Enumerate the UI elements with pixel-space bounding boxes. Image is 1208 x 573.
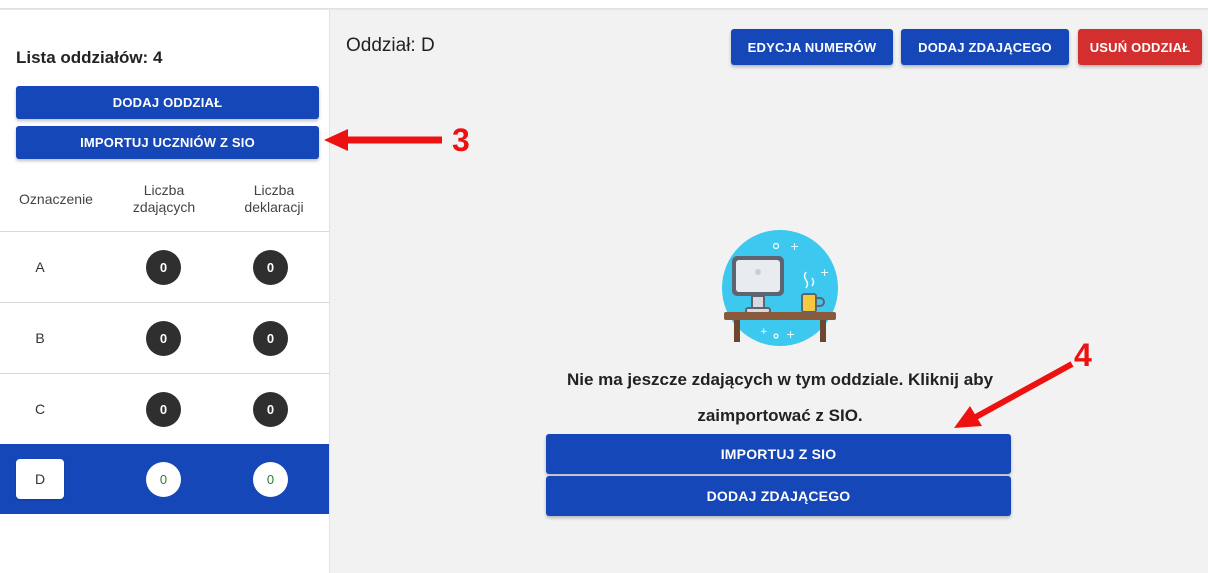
students-count-badge: 0 [146,250,181,285]
svg-text:+: + [786,328,795,341]
annotation-arrow-3 [324,129,442,151]
column-header-students-line2: zdających [132,199,196,215]
class-label: A [16,247,64,287]
class-row-d-selected[interactable]: D 0 0 [0,444,329,514]
declarations-count-badge: 0 [253,462,288,497]
column-header-students: Liczba zdających [116,182,212,216]
column-header-declarations-line2: deklaracji [244,199,304,215]
column-header-designation: Oznaczenie [19,191,93,207]
class-row-c[interactable]: C 0 0 [0,373,329,443]
svg-text:+: + [820,266,829,279]
edit-numbers-button[interactable]: EDYCJA NUMERÓW [731,29,893,65]
add-class-button[interactable]: DODAJ ODDZIAŁ [16,86,319,119]
declarations-count-badge: 0 [253,392,288,427]
delete-class-button[interactable]: USUŃ ODDZIAŁ [1078,29,1202,65]
column-header-declarations-line1: Liczba [253,182,295,198]
svg-text:+: + [760,327,768,337]
empty-desk-computer-illustration: + + + + [722,230,838,346]
students-count-badge: 0 [146,462,181,497]
class-list-sidebar: Lista oddziałów: 4 DODAJ ODDZIAŁ IMPORTU… [0,10,330,573]
class-label: B [16,318,64,358]
class-label: D [16,459,64,499]
import-students-sio-button[interactable]: IMPORTUJ UCZNIÓW Z SIO [16,126,319,159]
class-detail-panel: Oddział: D EDYCJA NUMERÓW DODAJ ZDAJĄCEG… [330,11,1208,573]
column-header-students-line1: Liczba [143,182,185,198]
annotation-marker-3: 3 [452,122,470,158]
add-student-button[interactable]: DODAJ ZDAJĄCEGO [901,29,1069,65]
add-student-bottom-button[interactable]: DODAJ ZDAJĄCEGO [546,476,1011,516]
svg-text:+: + [790,240,799,253]
column-header-declarations: Liczba deklaracji [224,182,324,216]
class-row-a[interactable]: A 0 0 [0,231,329,301]
declarations-count-badge: 0 [253,321,288,356]
class-label: C [16,389,64,429]
page-title: Oddział: D [346,35,435,56]
import-from-sio-button[interactable]: IMPORTUJ Z SIO [546,434,1011,474]
declarations-count-badge: 0 [253,250,288,285]
class-list-title: Lista oddziałów: 4 [16,48,163,67]
students-count-badge: 0 [146,392,181,427]
annotation-marker-4: 4 [1074,337,1092,373]
class-row-b[interactable]: B 0 0 [0,302,329,372]
students-count-badge: 0 [146,321,181,356]
annotation-arrow-4 [954,361,1074,428]
